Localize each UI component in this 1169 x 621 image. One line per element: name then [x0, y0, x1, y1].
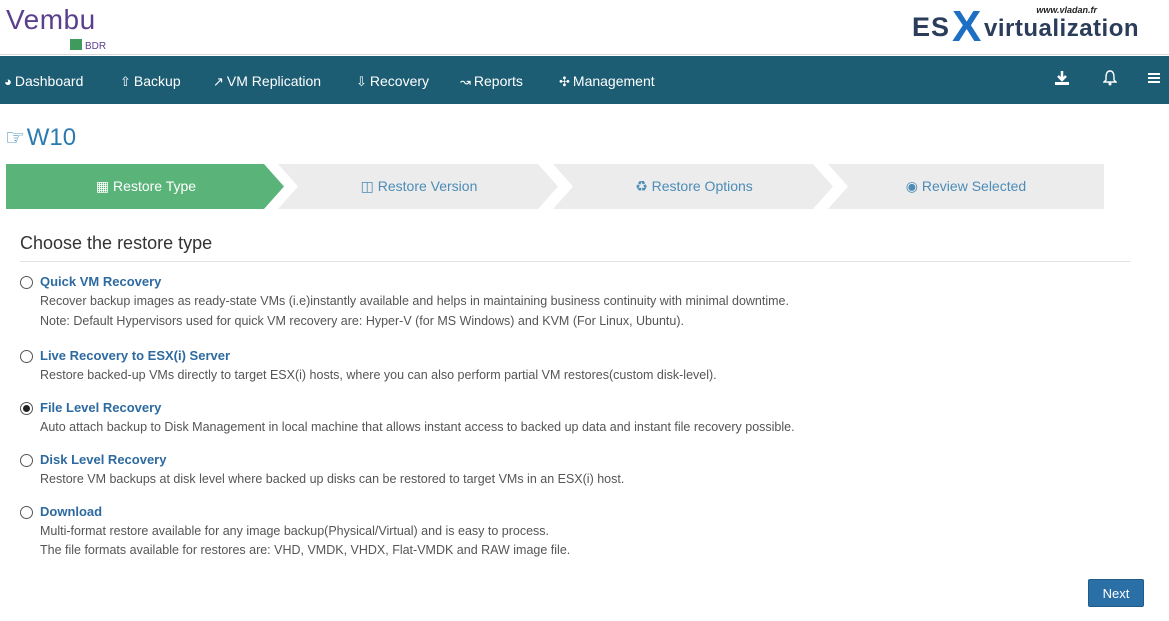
option-title[interactable]: File Level Recovery: [40, 400, 161, 415]
option-desc: Multi-format restore available for any i…: [40, 524, 550, 538]
main-nav: ◕ Dashboard ⇧ Backup ↗ VM Replication ⇩ Reco…: [0, 56, 1169, 104]
bell-icon: [1102, 70, 1118, 86]
radio-live-recovery[interactable]: [20, 350, 33, 363]
logo-sub: BDR: [85, 41, 107, 52]
bdr-icon: [70, 39, 82, 50]
step-restore-version[interactable]: ◫ Restore Version: [278, 164, 560, 209]
option-title[interactable]: Download: [40, 504, 102, 519]
watermark-x: X: [952, 2, 982, 51]
option-desc: Auto attach backup to Disk Management in…: [40, 420, 795, 434]
wizard-steps: ▦ Restore Type ◫ Restore Version ♻ Resto…: [6, 164, 1104, 209]
eye-icon: ◉: [905, 178, 922, 194]
nav-recovery[interactable]: ⇩ Recovery: [356, 56, 429, 104]
grid-icon: ▦: [95, 178, 114, 194]
option-file-level-recovery: File Level Recovery Auto attach backup t…: [20, 400, 1120, 440]
option-disk-level-recovery: Disk Level Recovery Restore VM backups a…: [20, 452, 1120, 492]
vembu-logo[interactable]: Vembu BDR: [6, 4, 116, 52]
step-restore-options[interactable]: ♻ Restore Options: [553, 164, 835, 209]
option-download: Download Multi-format restore available …: [20, 504, 1120, 564]
nav-reports[interactable]: ↝ Reports: [460, 56, 523, 104]
notifications-button[interactable]: [1102, 56, 1118, 104]
option-quick-vm-recovery: Quick VM Recovery Recover backup images …: [20, 274, 1120, 334]
download-button[interactable]: [1053, 56, 1071, 104]
watermark-virt: virtualization: [984, 15, 1140, 42]
hand-pointer-icon: ☞: [5, 125, 25, 150]
option-note: Note: Default Hypervisors used for quick…: [40, 314, 684, 328]
recycle-icon: ♻: [635, 178, 652, 194]
calendar-icon: ◫: [360, 178, 378, 194]
radio-download[interactable]: [20, 506, 33, 519]
app-header: Vembu BDR www.vladan.fr ES X virtualizat…: [0, 0, 1169, 55]
next-button[interactable]: Next: [1088, 579, 1144, 607]
step-review-selected[interactable]: ◉ Review Selected: [828, 164, 1104, 209]
download-icon: ⇩: [356, 74, 367, 89]
nav-vm-replication[interactable]: ↗ VM Replication: [213, 56, 321, 104]
watermark-logo: www.vladan.fr ES X virtualization: [912, 5, 1157, 51]
option-title[interactable]: Quick VM Recovery: [40, 274, 161, 289]
gear-icon: ✣: [559, 74, 570, 89]
radio-file-level-recovery[interactable]: [20, 402, 33, 415]
nav-backup[interactable]: ⇧ Backup: [120, 56, 181, 104]
step-restore-type[interactable]: ▦ Restore Type: [6, 164, 286, 209]
download-icon: [1055, 70, 1069, 85]
option-live-recovery: Live Recovery to ESX(i) Server Restore b…: [20, 348, 1120, 388]
menu-icon: [1148, 72, 1160, 83]
chart-icon: ↝: [460, 74, 471, 89]
option-desc: Recover backup images as ready-state VMs…: [40, 294, 789, 308]
dashboard-icon: ◕: [4, 74, 12, 89]
menu-button[interactable]: [1147, 56, 1161, 104]
logo-text: Vembu: [6, 4, 96, 35]
option-desc: Restore backed-up VMs directly to target…: [40, 368, 717, 382]
radio-disk-level-recovery[interactable]: [20, 454, 33, 467]
upload-icon: ⇧: [120, 74, 131, 89]
divider: [20, 261, 1131, 262]
option-note: The file formats available for restores …: [40, 543, 571, 557]
watermark-site: www.vladan.fr: [1036, 5, 1097, 15]
page-title: ☞W10: [5, 124, 77, 151]
option-desc: Restore VM backups at disk level where b…: [40, 472, 625, 486]
section-title: Choose the restore type: [20, 233, 213, 253]
nav-dashboard[interactable]: ◕ Dashboard: [4, 56, 83, 104]
option-title[interactable]: Live Recovery to ESX(i) Server: [40, 348, 230, 363]
watermark-es: ES: [912, 12, 951, 42]
share-icon: ↗: [213, 74, 224, 89]
radio-quick-vm-recovery[interactable]: [20, 276, 33, 289]
option-title[interactable]: Disk Level Recovery: [40, 452, 166, 467]
nav-management[interactable]: ✣ Management: [559, 56, 655, 104]
